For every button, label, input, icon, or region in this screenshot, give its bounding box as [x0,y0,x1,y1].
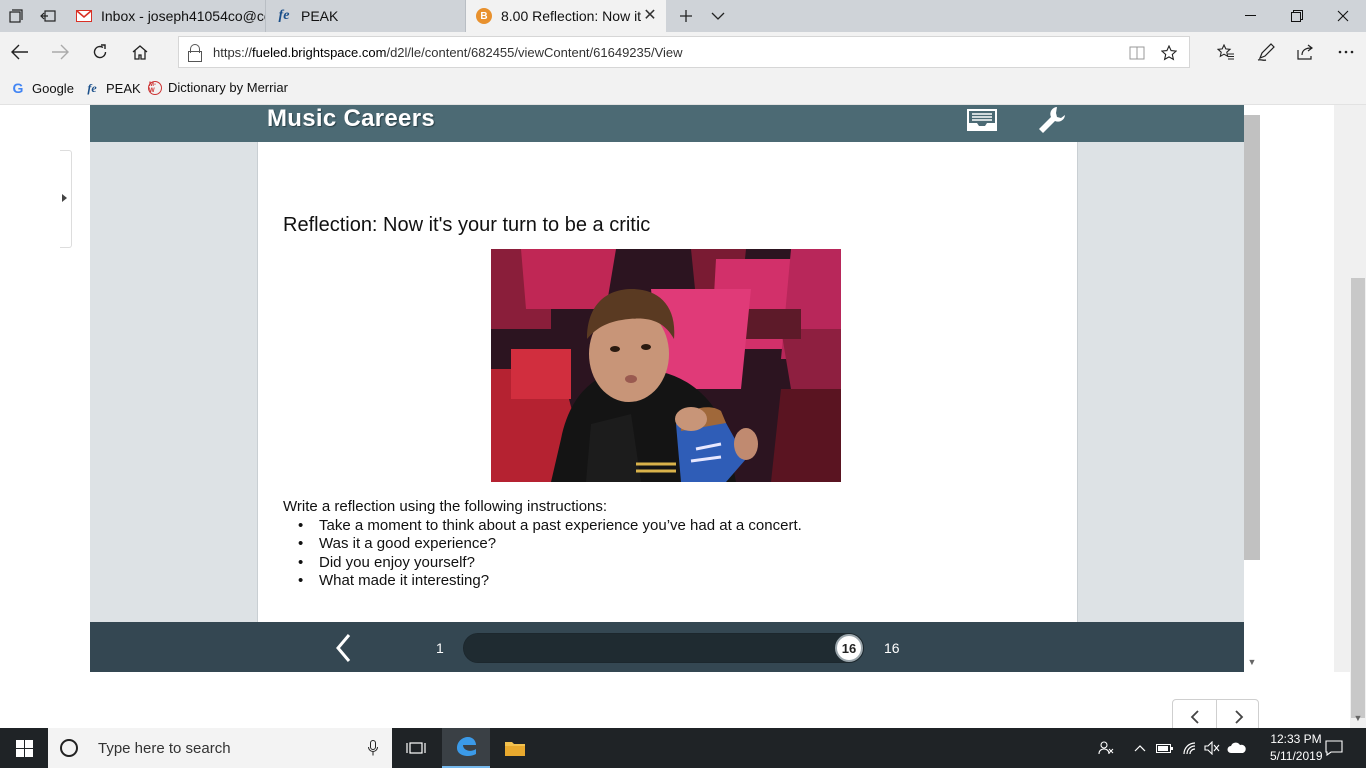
favorites-bar: G Google fe PEAK M-W Dictionary by Merri… [0,72,1366,105]
tab-label: Inbox - joseph41054co@co [101,8,265,24]
restore-icon[interactable] [1274,0,1320,32]
slide-title: Reflection: Now it's your turn to be a c… [283,214,651,236]
tab-label: 8.00 Reflection: Now it's [501,8,641,24]
tab-label: PEAK [301,8,339,24]
inbox-tray-icon[interactable] [965,105,999,135]
back-icon[interactable] [0,32,40,72]
fe-icon: fe [87,80,97,95]
url-text: https://fueled.brightspace.com/d2l/le/co… [213,45,683,60]
page-progress-track[interactable] [463,633,864,663]
people-icon[interactable] [1094,728,1118,768]
wifi-icon[interactable] [1180,728,1202,768]
boy-in-theater-photo [491,249,841,482]
system-clock[interactable]: 12:33 PM 5/11/2019 [1270,731,1323,765]
frame-scrollbar[interactable] [1334,105,1350,672]
forward-icon[interactable] [40,32,80,72]
windows-taskbar: Type here to search 12:33 PM 5/11/2019 [0,728,1366,768]
favorite-dictionary[interactable]: M-W Dictionary by Merriar [148,80,288,95]
tab-manager-icon[interactable] [0,0,32,32]
close-window-icon[interactable] [1320,0,1366,32]
more-options-icon[interactable] [1326,32,1366,72]
favorites-hub-icon[interactable] [1206,32,1246,72]
course-pager: 1 16 16 [90,622,1244,672]
topic-navigation [1172,699,1259,728]
course-header: Music Careers [90,105,1244,142]
frame-scroll-down-icon[interactable]: ▼ [1244,657,1260,671]
edge-browser-icon[interactable] [442,728,490,768]
file-explorer-icon[interactable] [491,728,539,768]
favorite-google[interactable]: G Google [10,80,74,96]
favorite-label: Dictionary by Merriar [168,80,288,95]
list-item: Was it a good experience? [283,535,802,554]
volume-muted-icon[interactable] [1202,728,1222,768]
set-aside-tabs-icon[interactable] [32,0,64,32]
show-hidden-icons-chevron-icon[interactable] [1130,728,1150,768]
lock-icon[interactable] [187,44,202,62]
fe-icon: fe [278,8,290,23]
address-bar[interactable]: https://fueled.brightspace.com/d2l/le/co… [178,36,1190,68]
favorite-peak[interactable]: fe PEAK [84,80,141,96]
action-center-icon[interactable] [1320,728,1348,768]
browser-tab-strip: Inbox - joseph41054co@co fe PEAK B 8.00 … [0,0,1366,32]
reading-view-icon[interactable] [1127,43,1147,63]
course-frame: Music Careers Reflection: Now it's your … [90,105,1350,672]
tab-inbox[interactable]: Inbox - joseph41054co@co [66,0,266,32]
favorite-label: Google [32,80,74,96]
instructions-intro: Write a reflection using the following i… [283,498,608,515]
page-progress-knob[interactable]: 16 [835,634,863,662]
battery-icon[interactable] [1154,728,1176,768]
page-scroll-down-icon[interactable]: ▼ [1350,713,1366,727]
page-viewport: Music Careers Reflection: Now it's your … [0,105,1366,728]
expand-side-panel-button[interactable] [60,150,72,248]
clock-time: 12:33 PM [1270,732,1322,746]
first-page-number[interactable]: 1 [436,640,444,656]
last-page-number[interactable]: 16 [884,640,900,656]
wrench-icon[interactable] [1035,105,1069,135]
search-placeholder: Type here to search [98,739,231,757]
brightspace-icon: B [476,8,492,24]
google-icon: G [12,80,24,96]
new-tab-icon[interactable] [670,0,702,32]
instructions-list: Take a moment to think about a past expe… [283,517,802,591]
course-title: Music Careers [267,105,435,132]
favorite-label: PEAK [106,80,141,96]
previous-topic-icon[interactable] [1173,700,1216,728]
cortana-icon [60,739,78,757]
page-progress-fill [464,634,863,662]
start-windows-icon[interactable] [0,728,48,768]
next-topic-icon[interactable] [1217,700,1260,728]
gmail-icon [76,8,92,24]
task-view-icon[interactable] [392,728,440,768]
close-tab-icon[interactable]: ✕ [642,8,658,24]
onedrive-cloud-icon[interactable] [1224,728,1250,768]
page-scrollbar-thumb[interactable] [1351,278,1365,718]
tab-reflection[interactable]: B 8.00 Reflection: Now it's ✕ [466,0,666,32]
share-icon[interactable] [1286,32,1326,72]
url-prefix: https:// [213,45,253,60]
microphone-icon[interactable] [368,740,378,756]
frame-scrollbar-thumb[interactable] [1244,115,1260,560]
url-path: /d2l/le/content/682455/viewContent/61649… [386,45,683,60]
list-item: What made it interesting? [283,572,802,591]
content-slide: Reflection: Now it's your turn to be a c… [257,142,1078,622]
home-icon[interactable] [120,32,160,72]
list-item: Did you enjoy yourself? [283,554,802,573]
minimize-icon[interactable] [1228,0,1274,32]
merriam-webster-icon: M-W [148,80,162,95]
refresh-icon[interactable] [80,32,120,72]
url-host: fueled.brightspace.com [252,45,387,60]
tab-preview-chevron-icon[interactable] [702,0,734,32]
list-item: Take a moment to think about a past expe… [283,517,802,536]
favorite-star-icon[interactable] [1159,43,1179,63]
tab-peak[interactable]: fe PEAK [266,0,466,32]
instructions: Write a reflection using the following i… [283,498,802,591]
taskbar-search-box[interactable]: Type here to search [48,728,392,768]
previous-page-arrow-icon[interactable] [332,632,356,664]
clock-date: 5/11/2019 [1270,749,1323,763]
browser-toolbar: https://fueled.brightspace.com/d2l/le/co… [0,32,1366,72]
web-note-pen-icon[interactable] [1246,32,1286,72]
